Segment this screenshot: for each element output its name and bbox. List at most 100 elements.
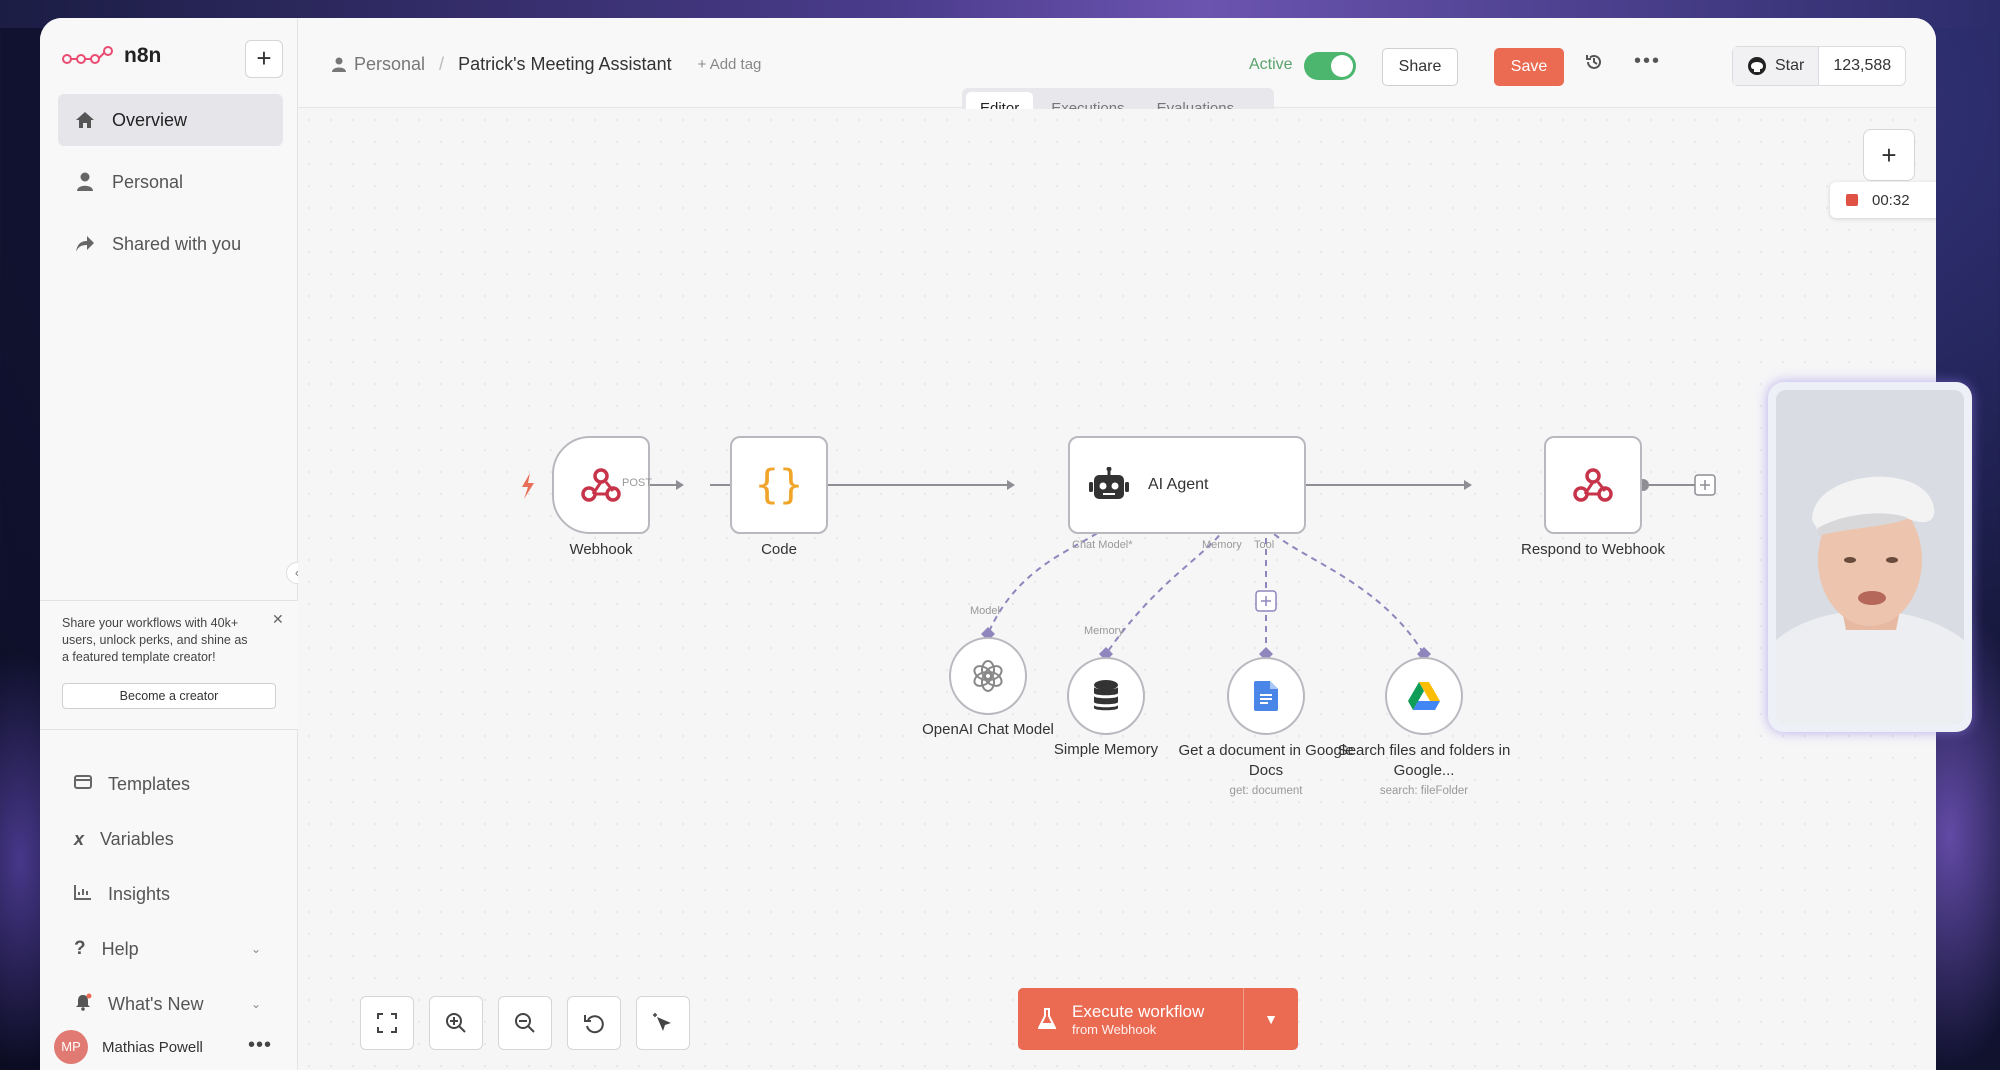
chevron-down-icon: ⌄	[250, 997, 261, 1011]
robot-icon	[1089, 467, 1129, 499]
sidebar-item-label: Help	[101, 938, 139, 959]
google-drive-operation: search: fileFolder	[1379, 785, 1469, 797]
promo-text: Share your workflows with 40k+ users, un…	[62, 616, 248, 664]
add-node-button[interactable]: +	[1863, 129, 1915, 181]
avatar: MP	[54, 1030, 88, 1064]
zoom-in-icon	[446, 1013, 466, 1033]
logo[interactable]: n8n	[62, 44, 161, 68]
chevron-down-icon: ⌄	[250, 942, 261, 956]
fit-view-icon	[377, 1013, 397, 1033]
sidebar: n8n + Overview Personal Shared with you …	[40, 18, 308, 1070]
more-icon[interactable]: •••	[248, 1034, 272, 1057]
breadcrumb-personal[interactable]: Personal	[332, 54, 425, 75]
sidebar-item-shared[interactable]: Shared with you	[58, 218, 283, 270]
sidebar-item-whats-new[interactable]: What's New ⌄	[58, 984, 283, 1024]
sidebar-item-overview[interactable]: Overview	[58, 94, 283, 146]
creator-promo: Share your workflows with 40k+ users, un…	[40, 600, 298, 730]
sidebar-item-label: What's New	[108, 993, 204, 1014]
respond-webhook-label: Respond to Webhook	[1521, 541, 1665, 558]
variables-icon: x	[74, 828, 85, 849]
help-icon: ?	[74, 938, 86, 959]
become-creator-button[interactable]: Become a creator	[62, 683, 276, 709]
reset-zoom-button[interactable]	[567, 996, 621, 1050]
user-name: Mathias Powell	[102, 1038, 203, 1056]
active-label: Active	[1249, 56, 1293, 73]
google-docs-icon	[1254, 681, 1278, 711]
chevron-down-icon[interactable]: ▼	[1244, 1011, 1298, 1027]
database-icon	[1094, 680, 1118, 711]
sidebar-item-label: Insights	[108, 883, 171, 904]
google-drive-label: Search files and folders in Google...	[1337, 742, 1511, 779]
respond-webhook-node[interactable]	[1544, 436, 1642, 534]
add-tag-button[interactable]: + Add tag	[698, 56, 762, 73]
connections	[522, 473, 1716, 661]
webhook-icon	[1573, 468, 1613, 502]
github-star-count: 123,588	[1833, 57, 1892, 74]
webcam-overlay[interactable]	[1768, 382, 1972, 732]
tool-port-label: Tool	[1254, 539, 1275, 551]
sidebar-item-label: Personal	[112, 171, 184, 192]
bell-icon	[74, 993, 92, 1016]
webhook-icon	[581, 468, 621, 502]
user-profile[interactable]: MP Mathias Powell	[54, 1030, 203, 1064]
memory-sub-port-label: Memory	[1084, 625, 1124, 637]
close-icon[interactable]: ✕	[272, 611, 284, 628]
webcam-video	[1776, 390, 1964, 724]
app-window: n8n + Overview Personal Shared with you …	[40, 18, 1936, 1070]
simple-memory-node[interactable]	[1067, 657, 1145, 735]
google-drive-node[interactable]	[1385, 657, 1463, 735]
user-icon	[332, 57, 346, 72]
n8n-logo-icon	[62, 46, 113, 64]
more-options-icon[interactable]: •••	[1634, 50, 1661, 73]
github-star-widget[interactable]: Star 123,588	[1732, 46, 1907, 86]
home-icon	[74, 109, 96, 131]
execute-workflow-main[interactable]: Execute workflow from Webhook	[1018, 988, 1244, 1050]
code-node[interactable]: {}	[730, 436, 828, 534]
chart-icon	[74, 884, 92, 905]
zoom-out-icon	[515, 1013, 535, 1033]
openai-chat-model-node[interactable]	[949, 637, 1027, 715]
sidebar-item-variables[interactable]: x Variables	[58, 819, 283, 859]
flask-icon	[1038, 1008, 1056, 1029]
create-new-button[interactable]: +	[245, 40, 283, 78]
google-drive-icon	[1408, 682, 1440, 710]
active-toggle[interactable]	[1304, 52, 1356, 80]
sidebar-item-templates[interactable]: Templates	[58, 764, 283, 804]
model-port-label: Model	[970, 605, 1000, 617]
recording-time: 00:32	[1872, 191, 1910, 209]
share-button[interactable]: Share	[1382, 48, 1458, 86]
stop-recording-icon[interactable]	[1846, 194, 1858, 206]
ai-agent-label: AI Agent	[1148, 476, 1209, 493]
recording-indicator[interactable]: 00:32	[1830, 182, 1936, 218]
user-icon	[74, 171, 96, 193]
code-label: Code	[761, 541, 797, 558]
sidebar-item-help[interactable]: ? Help ⌄	[58, 929, 283, 969]
workflow-title[interactable]: Patrick's Meeting Assistant	[458, 54, 672, 75]
cursor-sparkle-icon	[653, 1013, 671, 1031]
execute-workflow-button[interactable]: Execute workflow from Webhook ▼	[1018, 988, 1298, 1050]
save-button[interactable]: Save	[1494, 48, 1564, 86]
sidebar-item-insights[interactable]: Insights	[58, 874, 283, 914]
execute-workflow-subtitle: from Webhook	[1072, 1021, 1157, 1037]
workflow-canvas[interactable]: Webhook POST {} Code AI Agent Chat Model…	[298, 109, 1936, 1070]
github-icon	[1748, 57, 1766, 75]
sidebar-item-label: Shared with you	[112, 233, 242, 254]
history-icon[interactable]	[1584, 52, 1604, 78]
zoom-out-button[interactable]	[498, 996, 552, 1050]
webhook-port-label: POST	[622, 477, 652, 489]
templates-icon	[74, 774, 92, 795]
github-star-button[interactable]: Star	[1733, 47, 1820, 85]
sidebar-item-label: Overview	[112, 109, 188, 130]
execute-workflow-title: Execute workflow	[1072, 1001, 1205, 1021]
ai-agent-node[interactable]: AI Agent	[1068, 436, 1306, 534]
tidy-up-button[interactable]	[636, 996, 690, 1050]
sidebar-item-label: Variables	[100, 828, 174, 849]
google-docs-node[interactable]	[1227, 657, 1305, 735]
fit-view-button[interactable]	[360, 996, 414, 1050]
webhook-label: Webhook	[569, 541, 633, 558]
zoom-in-button[interactable]	[429, 996, 483, 1050]
person-video-image	[1776, 390, 1964, 724]
app-name: n8n	[124, 44, 162, 67]
memory-port-label: Memory	[1202, 539, 1242, 551]
sidebar-item-personal[interactable]: Personal	[58, 156, 283, 208]
